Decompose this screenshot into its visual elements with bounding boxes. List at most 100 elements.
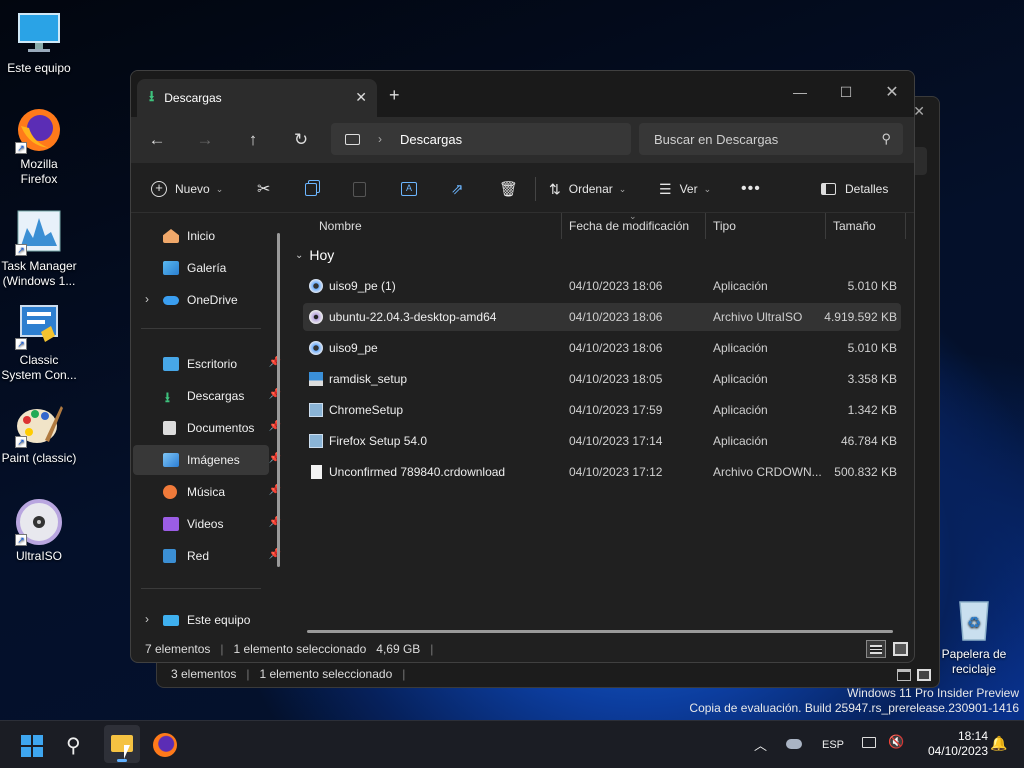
details-pane-button[interactable]: Detalles: [821, 175, 888, 203]
paint-icon: ↗: [15, 400, 63, 448]
cut-button[interactable]: ✂: [257, 175, 270, 203]
control-panel-icon: ↗: [15, 302, 63, 350]
desktop-icon-task-manager[interactable]: ↗ Task Manager (Windows 1...: [1, 208, 77, 289]
desktop-icon-ultraiso[interactable]: ↗ UltraISO: [1, 498, 77, 564]
sidebar-item-este-equipo[interactable]: › Este equipo: [133, 605, 269, 635]
back-details-view-icon[interactable]: [897, 669, 911, 681]
trash-icon: 🗑: [499, 181, 519, 198]
language-indicator[interactable]: ESP: [822, 739, 844, 751]
download-icon: ⭳: [149, 87, 155, 105]
sidebar-item-inicio[interactable]: Inicio: [133, 221, 269, 251]
title-bar[interactable]: ⭳ Descargas ✕ + — ☐ ✕: [131, 71, 914, 117]
scissors-icon: ✂: [257, 181, 271, 198]
tiles-view-toggle[interactable]: [893, 642, 908, 656]
group-header-hoy[interactable]: ⌄ Hoy: [295, 247, 334, 263]
chevron-up-icon: ︿: [754, 738, 768, 753]
explorer-window[interactable]: ⭳ Descargas ✕ + — ☐ ✕ ← → ↑ ↻ › Descarga…: [130, 70, 915, 663]
rename-button[interactable]: A: [401, 175, 417, 203]
desktop-icon-este-equipo[interactable]: Este equipo: [1, 10, 77, 76]
maximize-button[interactable]: ☐: [823, 77, 869, 107]
close-tab-icon[interactable]: ✕: [355, 89, 367, 106]
column-header-date[interactable]: Fecha de modificación: [569, 213, 689, 239]
network-icon[interactable]: [862, 737, 876, 748]
disc-image-icon: [309, 310, 323, 324]
sidebar-item-descargas[interactable]: ⭳ Descargas 📌: [133, 381, 281, 411]
sidebar-item-red[interactable]: Red 📌: [133, 541, 281, 571]
taskbar-file-explorer[interactable]: [104, 725, 140, 763]
back-tiles-view-icon[interactable]: [917, 669, 931, 681]
delete-button[interactable]: 🗑: [499, 175, 518, 203]
close-window-button[interactable]: ✕: [869, 77, 914, 107]
file-row[interactable]: Firefox Setup 54.0 04/10/2023 17:14 Aplica…: [303, 427, 901, 455]
horizontal-scrollbar[interactable]: [307, 630, 893, 633]
search-input[interactable]: Buscar en Descargas ⚲: [639, 123, 903, 155]
sidebar-scrollbar[interactable]: [277, 233, 280, 567]
video-icon: [163, 517, 179, 531]
chevron-down-icon: ⌄: [618, 183, 627, 194]
navigation-bar: ← → ↑ ↻ › Descargas Buscar en Descargas …: [131, 117, 914, 163]
sidebar-item-documentos[interactable]: Documentos 📌: [133, 413, 281, 443]
show-hidden-icons-button[interactable]: ︿: [754, 735, 767, 754]
ellipsis-icon: •••: [741, 180, 761, 197]
sidebar-item-escritorio[interactable]: Escritorio 📌: [133, 349, 281, 379]
copy-button[interactable]: [305, 175, 317, 203]
column-header-name[interactable]: Nombre: [319, 213, 362, 239]
desktop-icon-firefox[interactable]: ↗ Mozilla Firefox: [1, 106, 77, 187]
file-row[interactable]: uiso9_pe 04/10/2023 18:06 Aplicación 5.010 …: [303, 334, 901, 362]
minimize-button[interactable]: —: [777, 77, 823, 107]
installer-icon: [309, 372, 323, 386]
onedrive-tray-icon[interactable]: [786, 739, 802, 749]
desktop-icon-recycle-bin[interactable]: ♻ Papelera de reciclaje: [936, 596, 1012, 677]
file-row[interactable]: ramdisk_setup 04/10/2023 18:05 Aplicación 3…: [303, 365, 901, 393]
status-bar: 7 elementos | 1 elemento seleccionado 4,…: [145, 642, 434, 656]
desktop-icon-control-panel[interactable]: ↗ Classic System Con...: [1, 302, 77, 383]
details-view-toggle[interactable]: [866, 640, 886, 658]
address-bar[interactable]: › Descargas: [331, 123, 631, 155]
status-selected: 1 elemento seleccionado: [233, 642, 367, 656]
more-options-button[interactable]: •••: [741, 175, 761, 203]
view-button[interactable]: ☰ Ver ⌄: [659, 175, 711, 203]
file-row[interactable]: ChromeSetup 04/10/2023 17:59 Aplicación 1.3…: [303, 396, 901, 424]
notification-bell-icon[interactable]: 🔔: [990, 735, 1007, 752]
sidebar-item-musica[interactable]: Música 📌: [133, 477, 281, 507]
search-button[interactable]: ⚲: [66, 733, 81, 758]
sidebar-item-galeria[interactable]: Galería: [133, 253, 269, 283]
forward-button[interactable]: →: [189, 127, 221, 153]
chevron-right-icon: ›: [145, 612, 149, 626]
tab-descargas[interactable]: ⭳ Descargas ✕: [137, 79, 377, 117]
home-icon: [163, 229, 179, 243]
refresh-button[interactable]: ↻: [285, 127, 317, 153]
sidebar-item-onedrive[interactable]: › OneDrive: [133, 285, 269, 315]
clock[interactable]: 18:14 04/10/2023: [912, 729, 988, 759]
back-button[interactable]: ←: [141, 127, 173, 153]
watermark-line2: Copia de evaluación. Build 25947.rs_prer…: [689, 701, 1019, 715]
plus-circle-icon: +: [151, 181, 167, 197]
paste-button[interactable]: [353, 175, 366, 203]
column-header-size[interactable]: Tamaño: [833, 213, 876, 239]
up-button[interactable]: ↑: [237, 127, 269, 153]
rename-icon: A: [401, 182, 417, 196]
monitor-icon: [15, 10, 63, 58]
sidebar-item-videos[interactable]: Videos 📌: [133, 509, 281, 539]
taskbar-firefox[interactable]: [153, 733, 177, 757]
setup-icon: [309, 403, 323, 417]
status-item-count: 7 elementos: [145, 642, 211, 656]
ultraiso-icon: ↗: [15, 498, 63, 546]
setup-icon: [309, 434, 323, 448]
column-header-type[interactable]: Tipo: [713, 213, 736, 239]
share-button[interactable]: ⇗: [451, 175, 464, 203]
new-tab-button[interactable]: +: [389, 85, 400, 106]
volume-muted-icon[interactable]: 🔇: [888, 734, 904, 750]
start-button[interactable]: [21, 735, 43, 757]
new-button[interactable]: + Nuevo ⌄: [151, 175, 223, 203]
sidebar-item-imagenes[interactable]: Imágenes 📌: [133, 445, 281, 475]
file-row[interactable]: Unconfirmed 789840.crdownload 04/10/2023 …: [303, 458, 901, 486]
sort-button[interactable]: ⇅ Ordenar ⌄: [549, 175, 626, 203]
file-row-selected[interactable]: ubuntu-22.04.3-desktop-amd64 04/10/2023 1…: [303, 303, 901, 331]
back-close-icon[interactable]: ✕: [913, 103, 925, 120]
file-row[interactable]: uiso9_pe (1) 04/10/2023 18:06 Aplicación 5.…: [303, 272, 901, 300]
chevron-down-icon: ⌄: [703, 183, 712, 194]
desktop-icon-paint[interactable]: ↗ Paint (classic): [1, 400, 77, 466]
chevron-down-icon: ⌄: [295, 249, 304, 261]
svg-text:♻: ♻: [967, 613, 981, 632]
